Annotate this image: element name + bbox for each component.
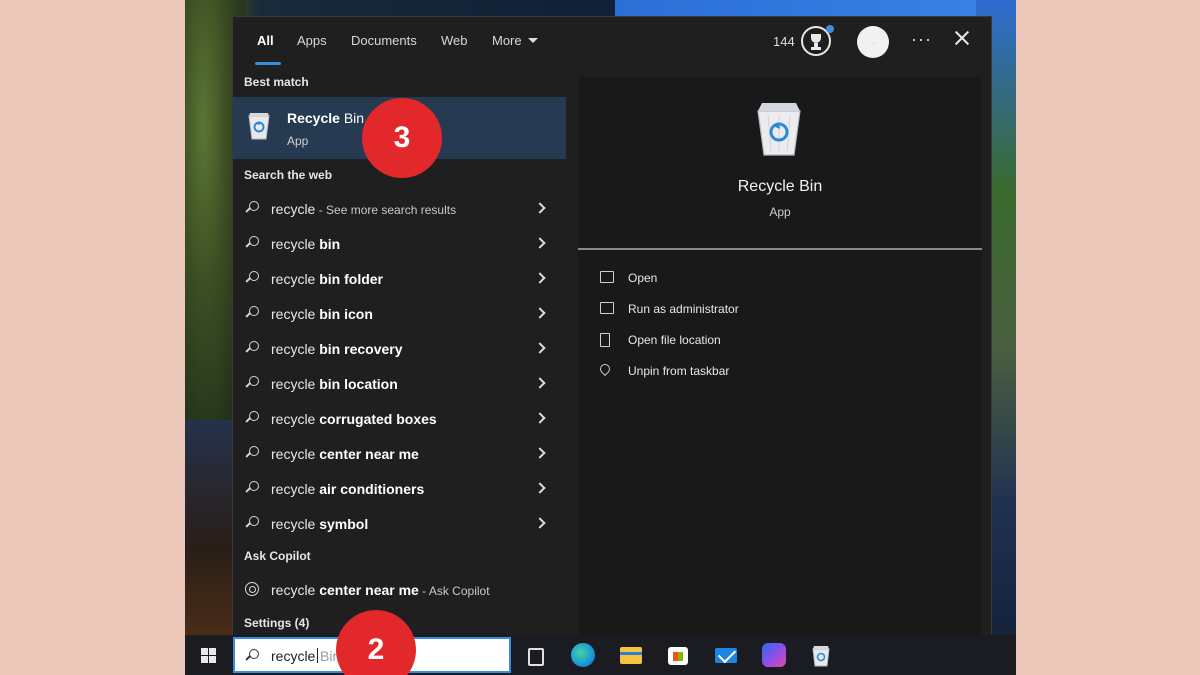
preview-pane: Recycle Bin App Open Run as administrato… xyxy=(578,77,982,637)
copilot-icon[interactable] xyxy=(762,643,786,667)
tab-more[interactable]: More xyxy=(492,33,538,48)
mail-icon[interactable] xyxy=(714,643,738,667)
recycle-bin-icon xyxy=(248,113,270,140)
divider xyxy=(578,248,982,250)
web-result[interactable]: recycle bin icon xyxy=(233,296,566,331)
chevron-right-icon xyxy=(534,517,546,529)
search-icon xyxy=(245,201,259,215)
rewards-points: 144 xyxy=(773,34,795,49)
file-explorer-icon[interactable] xyxy=(619,643,643,667)
web-result-text: recycle - See more search results xyxy=(271,201,457,217)
web-result[interactable]: recycle - See more search results xyxy=(233,191,566,226)
chevron-right-icon xyxy=(534,412,546,424)
action-label: Open file location xyxy=(628,333,721,347)
web-result-text: recycle bin folder xyxy=(271,271,384,287)
recycle-bin-icon xyxy=(757,103,801,156)
file-location-icon xyxy=(600,333,610,347)
more-options-icon[interactable]: ··· xyxy=(911,29,932,50)
tab-all[interactable]: All xyxy=(257,33,274,48)
search-icon xyxy=(245,411,259,425)
search-icon xyxy=(245,516,259,530)
search-icon xyxy=(245,481,259,495)
chevron-right-icon xyxy=(534,482,546,494)
search-icon xyxy=(245,376,259,390)
taskbar: recycle Bin xyxy=(185,635,1016,675)
search-value: recycle xyxy=(271,648,319,664)
web-result-text: recycle center near me xyxy=(271,446,419,462)
best-match-heading: Best match xyxy=(244,75,309,89)
search-icon xyxy=(245,306,259,320)
close-icon[interactable] xyxy=(951,27,973,49)
copilot-result[interactable]: recycle center near me - Ask Copilot xyxy=(233,572,566,607)
search-web-heading: Search the web xyxy=(244,168,333,182)
web-result-text: recycle bin recovery xyxy=(271,341,403,357)
web-result[interactable]: recycle bin location xyxy=(233,366,566,401)
web-result[interactable]: recycle symbol xyxy=(233,506,566,541)
web-result[interactable]: recycle bin folder xyxy=(233,261,566,296)
shield-icon xyxy=(600,302,614,314)
web-result[interactable]: recycle bin xyxy=(233,226,566,261)
action-label: Open xyxy=(628,271,658,285)
web-result[interactable]: recycle air conditioners xyxy=(233,471,566,506)
action-label: Run as administrator xyxy=(628,302,739,316)
chevron-right-icon xyxy=(534,237,546,249)
store-icon[interactable] xyxy=(666,643,690,667)
web-result-text: recycle bin location xyxy=(271,376,398,392)
web-result-text: recycle symbol xyxy=(271,516,369,532)
web-result[interactable]: recycle corrugated boxes xyxy=(233,401,566,436)
best-match-subtitle: App xyxy=(287,134,309,148)
search-icon xyxy=(245,236,259,250)
recycle-bin-icon[interactable] xyxy=(809,643,833,667)
web-result-text: recycle corrugated boxes xyxy=(271,411,437,427)
chevron-right-icon xyxy=(534,307,546,319)
action-open[interactable]: Open xyxy=(600,268,960,292)
avatar-text: ... xyxy=(871,39,875,45)
action-label: Unpin from taskbar xyxy=(628,364,730,378)
ask-copilot-heading: Ask Copilot xyxy=(244,549,311,563)
search-icon xyxy=(245,446,259,460)
chevron-right-icon xyxy=(534,377,546,389)
edge-icon[interactable] xyxy=(571,643,595,667)
web-result[interactable]: recycle bin recovery xyxy=(233,331,566,366)
search-icon xyxy=(245,271,259,285)
copilot-result-text: recycle center near me - Ask Copilot xyxy=(271,582,490,598)
avatar[interactable]: ... xyxy=(857,26,889,58)
chevron-right-icon xyxy=(534,342,546,354)
search-icon xyxy=(245,341,259,355)
action-run-as-administrator[interactable]: Run as administrator xyxy=(600,299,960,323)
action-open-file-location[interactable]: Open file location xyxy=(600,330,960,354)
active-tab-indicator xyxy=(255,62,281,65)
tab-apps[interactable]: Apps xyxy=(297,33,327,48)
chevron-right-icon xyxy=(534,272,546,284)
tab-bar: All Apps Documents Web More 144 ... ··· xyxy=(233,17,993,65)
settings-heading: Settings (4) xyxy=(244,616,310,630)
preview-title: Recycle Bin xyxy=(737,178,823,195)
notification-dot xyxy=(826,25,834,33)
tab-documents[interactable]: Documents xyxy=(351,33,417,48)
trophy-icon[interactable] xyxy=(801,25,834,56)
search-icon xyxy=(245,649,259,663)
task-view-icon[interactable] xyxy=(524,643,548,667)
web-result-text: recycle air conditioners xyxy=(271,481,425,497)
open-icon xyxy=(600,271,614,283)
chevron-down-icon xyxy=(527,38,538,43)
web-result-text: recycle bin icon xyxy=(271,306,373,322)
web-result-text: recycle bin xyxy=(271,236,341,252)
search-panel: All Apps Documents Web More 144 ... ··· … xyxy=(232,16,993,637)
preview-subtitle: App xyxy=(769,205,791,219)
windows-logo-icon[interactable] xyxy=(201,648,216,663)
tab-web[interactable]: Web xyxy=(441,33,468,48)
best-match-title: Recycle Bin xyxy=(287,110,365,126)
step-marker-3: 3 xyxy=(362,98,442,178)
chevron-right-icon xyxy=(534,447,546,459)
copilot-icon xyxy=(245,582,259,596)
action-unpin-from-taskbar[interactable]: Unpin from taskbar xyxy=(597,361,960,385)
web-result[interactable]: recycle center near me xyxy=(233,436,566,471)
chevron-right-icon xyxy=(534,202,546,214)
unpin-icon xyxy=(597,361,613,377)
tab-more-label: More xyxy=(492,33,522,48)
